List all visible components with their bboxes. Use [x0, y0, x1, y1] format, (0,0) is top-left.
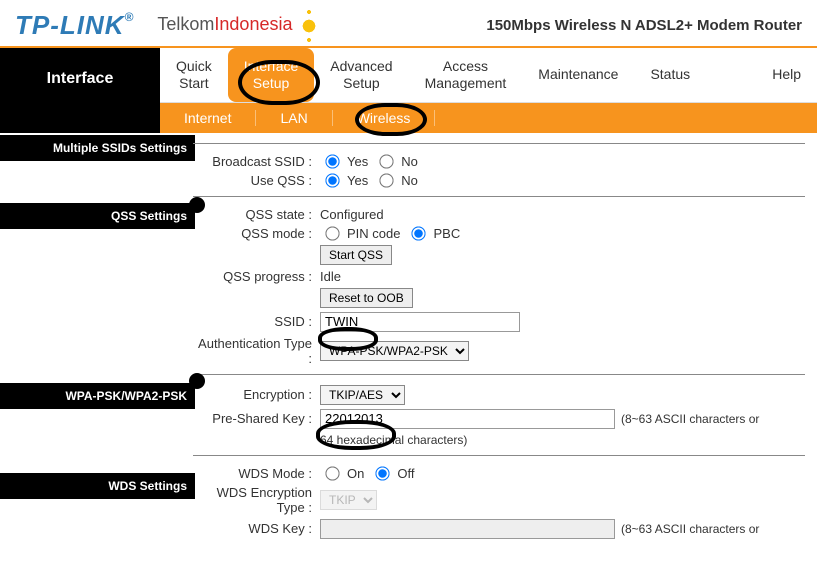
label-wds-enc: WDS Encryption Type :: [195, 485, 320, 515]
cobrand-telkom: Telkom: [157, 14, 214, 34]
tab-quick-start[interactable]: Quick Start: [160, 48, 228, 102]
radio-useqss-no[interactable]: [380, 173, 394, 187]
wds-key-hint: (8~63 ASCII characters or: [621, 522, 759, 536]
tab-access-management[interactable]: Access Management: [409, 48, 523, 102]
section-title: Interface: [0, 48, 160, 133]
value-qss-state: Configured: [320, 207, 384, 222]
encryption-select[interactable]: TKIP/AES: [320, 385, 405, 405]
label-broadcast-ssid: Broadcast SSID :: [195, 154, 320, 169]
auth-type-select[interactable]: WPA-PSK/WPA2-PSK: [320, 341, 469, 361]
tab-advanced-setup[interactable]: Advanced Setup: [314, 48, 408, 102]
cobrand-indonesia: Indonesia: [214, 14, 292, 34]
psk-input[interactable]: [320, 409, 615, 429]
radio-useqss-yes[interactable]: [325, 173, 339, 187]
radio-wds-off[interactable]: [376, 466, 390, 480]
value-qss-progress: Idle: [320, 269, 341, 284]
label-use-qss: Use QSS :: [195, 173, 320, 188]
label-qss-state: QSS state :: [195, 207, 320, 222]
label-wds-mode: WDS Mode :: [195, 466, 320, 481]
start-qss-button[interactable]: Start QSS: [320, 245, 392, 265]
label-auth-type: Authentication Type :: [195, 336, 320, 366]
tab-interface-setup[interactable]: Interface Setup: [228, 48, 314, 102]
wds-key-input: [320, 519, 615, 539]
tab-help[interactable]: Help: [756, 48, 817, 102]
subtab-wireless[interactable]: Wireless: [333, 110, 436, 126]
psk-hint1: (8~63 ASCII characters or: [621, 412, 759, 426]
reset-oob-button[interactable]: Reset to OOB: [320, 288, 413, 308]
brand-logo: TP-LINK: [15, 10, 125, 40]
radio-broadcast-no[interactable]: [380, 154, 394, 168]
tab-maintenance[interactable]: Maintenance: [522, 48, 634, 102]
tab-status[interactable]: Status: [634, 48, 706, 102]
ssid-input[interactable]: [320, 312, 520, 332]
section-wds: WDS Settings: [0, 473, 195, 499]
label-encryption: Encryption :: [195, 387, 320, 402]
section-qss: QSS Settings: [0, 203, 195, 229]
radio-wds-on[interactable]: [325, 466, 339, 480]
sun-icon: [298, 15, 320, 37]
product-title: 150Mbps Wireless N ADSL2+ Modem Router: [486, 17, 802, 34]
wds-enc-select: TKIP: [320, 490, 377, 510]
label-qss-progress: QSS progress :: [195, 269, 320, 284]
subtab-internet[interactable]: Internet: [160, 110, 256, 126]
label-wds-key: WDS Key :: [195, 521, 320, 536]
section-multi-ssid: Multiple SSIDs Settings: [0, 135, 195, 161]
radio-qss-pin[interactable]: [325, 226, 339, 240]
label-ssid: SSID :: [195, 314, 320, 329]
label-psk: Pre-Shared Key :: [195, 411, 320, 426]
label-qss-mode: QSS mode :: [195, 226, 320, 241]
subtab-lan[interactable]: LAN: [256, 110, 332, 126]
radio-broadcast-yes[interactable]: [325, 154, 339, 168]
section-wpa: WPA-PSK/WPA2-PSK: [0, 383, 195, 409]
psk-hint2: 64 hexadecimal characters): [320, 433, 467, 447]
radio-qss-pbc[interactable]: [412, 226, 426, 240]
